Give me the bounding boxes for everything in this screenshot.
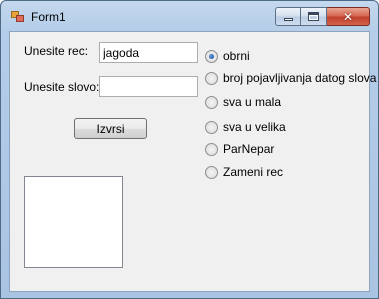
form-client-area: Unesite rec: Unesite slovo: Izvrsi obrni… [9, 31, 376, 292]
result-listbox[interactable] [24, 176, 123, 268]
maximize-icon [308, 12, 319, 21]
letter-label: Unesite slovo: [24, 80, 100, 94]
title-bar[interactable]: Form1 ✕ [1, 1, 378, 31]
word-input[interactable] [99, 42, 198, 63]
radio-option-broj-pojavljivanja[interactable]: broj pojavljivanja datog slova [205, 70, 376, 86]
caption-buttons: ✕ [275, 7, 370, 27]
app-window: Form1 ✕ Unesite rec: Unesite slovo: Izvr… [0, 0, 379, 299]
radio-unchecked-icon [205, 165, 218, 179]
minimize-icon [283, 18, 293, 21]
maximize-button[interactable] [301, 7, 327, 26]
radio-option-sva-u-mala[interactable]: sva u mala [205, 94, 281, 110]
radio-option-zameni-rec[interactable]: Zameni rec [205, 164, 283, 180]
radio-option-sva-u-velika[interactable]: sva u velika [205, 119, 286, 135]
radio-checked-icon [205, 49, 218, 63]
word-label: Unesite rec: [24, 44, 89, 58]
window-title: Form1 [31, 10, 66, 24]
radio-label: broj pojavljivanja datog slova [223, 71, 377, 85]
radio-label: sva u velika [223, 120, 286, 134]
radio-unchecked-icon [205, 95, 218, 109]
letter-input[interactable] [99, 76, 198, 97]
radio-unchecked-icon [205, 142, 218, 156]
minimize-button[interactable] [275, 7, 301, 26]
app-icon [11, 11, 25, 23]
radio-label: Zameni rec [223, 165, 284, 179]
radio-option-obrni[interactable]: obrni [205, 48, 250, 64]
radio-unchecked-icon [205, 71, 218, 85]
close-button[interactable]: ✕ [327, 7, 370, 26]
execute-button[interactable]: Izvrsi [74, 118, 147, 139]
radio-unchecked-icon [205, 120, 218, 134]
radio-label: obrni [223, 49, 250, 63]
close-icon: ✕ [342, 9, 354, 24]
radio-label: ParNepar [223, 142, 275, 156]
radio-option-parnepar[interactable]: ParNepar [205, 141, 274, 157]
radio-label: sva u mala [223, 95, 282, 109]
